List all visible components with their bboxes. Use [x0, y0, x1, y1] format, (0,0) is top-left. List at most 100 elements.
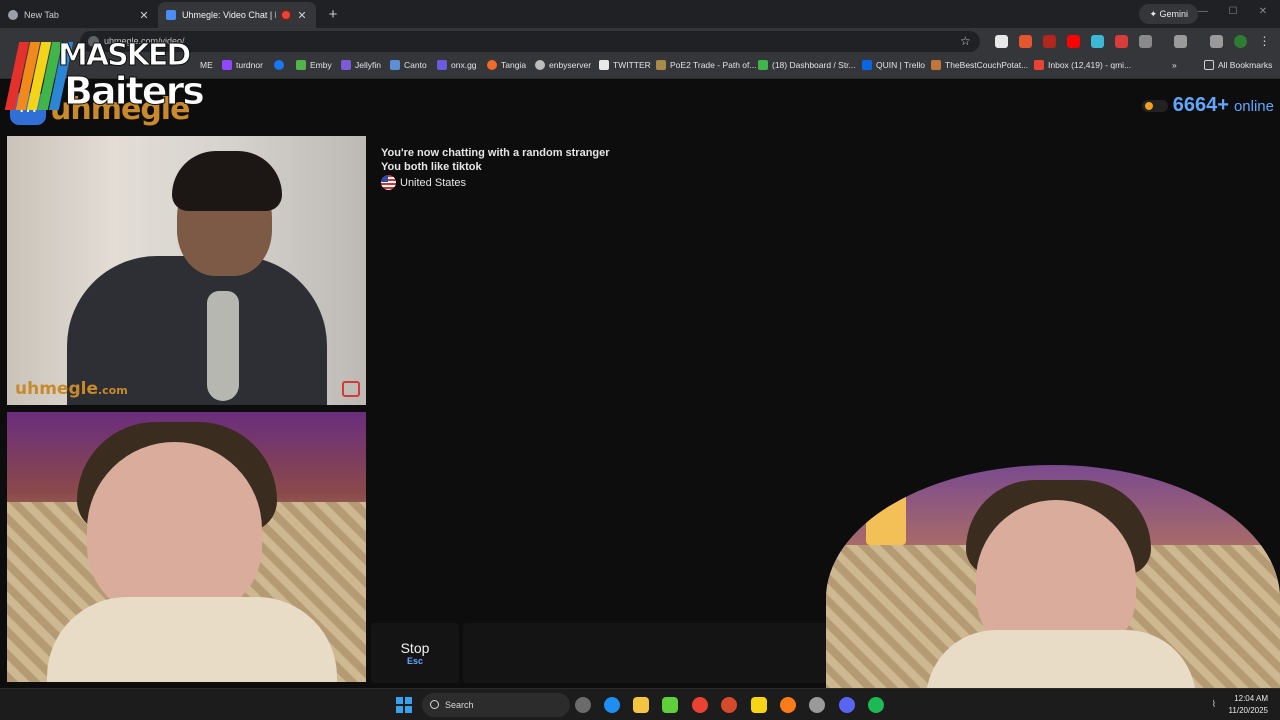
extension-k-icon[interactable] — [995, 35, 1008, 48]
extensions-puzzle-icon[interactable] — [1139, 35, 1152, 48]
extension-teal-icon[interactable] — [1091, 35, 1104, 48]
chat-interest-message: You both like tiktok — [381, 161, 482, 173]
globe-icon — [535, 60, 545, 70]
youtube-extension-icon[interactable] — [1067, 35, 1080, 48]
bookmarks-overflow-button[interactable]: » — [1172, 60, 1177, 70]
media-control-icon[interactable] — [1210, 35, 1223, 48]
gemini-label: Gemini — [1159, 9, 1188, 19]
sticky-notes-icon[interactable] — [751, 697, 767, 713]
bookmark-twitter[interactable]: TWITTER — [599, 60, 651, 70]
taskbar-search[interactable]: Search — [422, 693, 570, 717]
sparkle-icon: ✦ — [1149, 9, 1160, 19]
spotify-icon[interactable] — [868, 697, 884, 713]
task-view-icon[interactable] — [575, 697, 591, 713]
bookmark-canto[interactable]: Canto — [390, 60, 427, 70]
tab-title: New Tab — [24, 10, 59, 20]
tab-new-tab[interactable]: New Tab ✕ — [0, 2, 158, 28]
app-icon[interactable] — [721, 697, 737, 713]
glass-object — [207, 291, 239, 401]
bookmark-turdnor[interactable]: turdnor — [222, 60, 263, 70]
chat-status-message: You're now chatting with a random strang… — [381, 147, 610, 159]
stop-button[interactable]: Stop Esc — [371, 623, 459, 683]
search-icon — [430, 700, 439, 709]
bookmark-label: PoE2 Trade - Path of... — [670, 60, 757, 70]
masked-baiters-logo: MASKED Baiters — [4, 38, 228, 114]
streamlabs-icon — [758, 60, 768, 70]
facebook-icon — [274, 60, 284, 70]
bookmark-jellyfin[interactable]: Jellyfin — [341, 60, 381, 70]
jellyfin-icon — [341, 60, 351, 70]
bookmark-trello[interactable]: QUIN | Trello — [862, 60, 925, 70]
bookmark-label: enbyserver — [549, 60, 592, 70]
bookmark-label: TWITTER — [613, 60, 651, 70]
minimize-icon[interactable]: — — [1188, 6, 1218, 17]
network-icon[interactable]: ⌇ — [1212, 699, 1216, 710]
stranger-hair — [172, 151, 282, 211]
maximize-icon[interactable]: ☐ — [1218, 6, 1248, 17]
bookmark-couchpotato[interactable]: TheBestCouchPotat... — [931, 60, 1028, 70]
obs-icon[interactable] — [809, 697, 825, 713]
emby-icon — [296, 60, 306, 70]
media-player-icon[interactable] — [662, 697, 678, 713]
clock-date: 11/20/2025 — [1228, 706, 1268, 715]
clock-time: 12:04 AM — [1234, 694, 1268, 703]
menu-kebab-icon[interactable]: ⋮ — [1258, 35, 1271, 48]
bookmark-facebook[interactable] — [274, 60, 284, 70]
chrome-icon — [8, 10, 18, 20]
bookmark-star-icon[interactable]: ☆ — [960, 34, 971, 48]
report-flag-icon[interactable] — [342, 381, 360, 397]
self-sweater — [47, 597, 337, 682]
bookmark-label: All Bookmarks — [1218, 60, 1273, 70]
logo-line-2: Baiters — [64, 69, 206, 114]
extension-fox-icon[interactable] — [1019, 35, 1032, 48]
bookmark-label: (18) Dashboard / Str... — [772, 60, 856, 70]
poe-icon — [656, 60, 666, 70]
bookmark-label: TheBestCouchPotat... — [945, 60, 1029, 70]
bookmark-poe2-trade[interactable]: PoE2 Trade - Path of... — [656, 60, 756, 70]
cast-icon[interactable] — [1174, 35, 1187, 48]
taskbar-clock[interactable]: 12:04 AM 11/20/2025 — [1229, 693, 1268, 717]
country-name: United States — [400, 176, 467, 189]
tab-strip: New Tab ✕ Uhmegle: Video Chat | Ran ✕ + … — [0, 0, 1280, 28]
close-tab-icon[interactable]: ✕ — [138, 9, 150, 22]
bookmark-tangia[interactable]: Tangia — [487, 60, 526, 70]
stop-label: Stop — [400, 640, 430, 656]
online-label: online — [1233, 98, 1274, 115]
discord-icon[interactable] — [839, 697, 855, 713]
all-bookmarks-button[interactable]: All Bookmarks — [1204, 60, 1272, 70]
bookmark-label: QUIN | Trello — [876, 60, 925, 70]
firefox-icon[interactable] — [780, 697, 796, 713]
bookmark-label: Emby — [310, 60, 332, 70]
canto-icon — [390, 60, 400, 70]
close-window-icon[interactable]: ✕ — [1248, 6, 1278, 17]
gmail-icon — [1034, 60, 1044, 70]
tangia-icon — [487, 60, 497, 70]
streamer-webcam-overlay — [826, 465, 1280, 688]
logo-line-1: MASKED — [57, 38, 191, 74]
watermark-suffix: .com — [97, 384, 128, 397]
chrome-icon[interactable] — [692, 697, 708, 713]
streamer-sweater — [926, 630, 1196, 688]
extension-red-icon[interactable] — [1043, 35, 1056, 48]
bookmark-inbox[interactable]: Inbox (12,419) - qmi... — [1034, 60, 1131, 70]
edge-icon[interactable] — [604, 697, 620, 713]
bookmark-enbyserver[interactable]: enbyserver — [535, 60, 591, 70]
bookmark-emby[interactable]: Emby — [296, 60, 332, 70]
new-tab-button[interactable]: + — [322, 4, 344, 26]
close-tab-icon[interactable]: ✕ — [296, 9, 308, 22]
extension-shield-icon[interactable] — [1115, 35, 1128, 48]
file-explorer-icon[interactable] — [633, 697, 649, 713]
profile-avatar[interactable] — [1234, 35, 1247, 48]
lamp — [866, 490, 906, 545]
bookmark-onx[interactable]: onx.gg — [437, 60, 477, 70]
bookmark-label: Tangia — [501, 60, 527, 70]
tab-uhmegle[interactable]: Uhmegle: Video Chat | Ran ✕ — [158, 2, 316, 28]
windows-start-icon[interactable] — [396, 697, 412, 713]
recording-icon — [282, 11, 290, 19]
bookmark-label: onx.gg — [451, 60, 477, 70]
self-video — [7, 412, 366, 682]
online-count: 6664+ — [1172, 94, 1229, 116]
theme-toggle[interactable] — [1141, 99, 1168, 112]
bookmark-dashboard[interactable]: (18) Dashboard / Str... — [758, 60, 856, 70]
video-watermark: uhmegle.com — [15, 379, 128, 399]
